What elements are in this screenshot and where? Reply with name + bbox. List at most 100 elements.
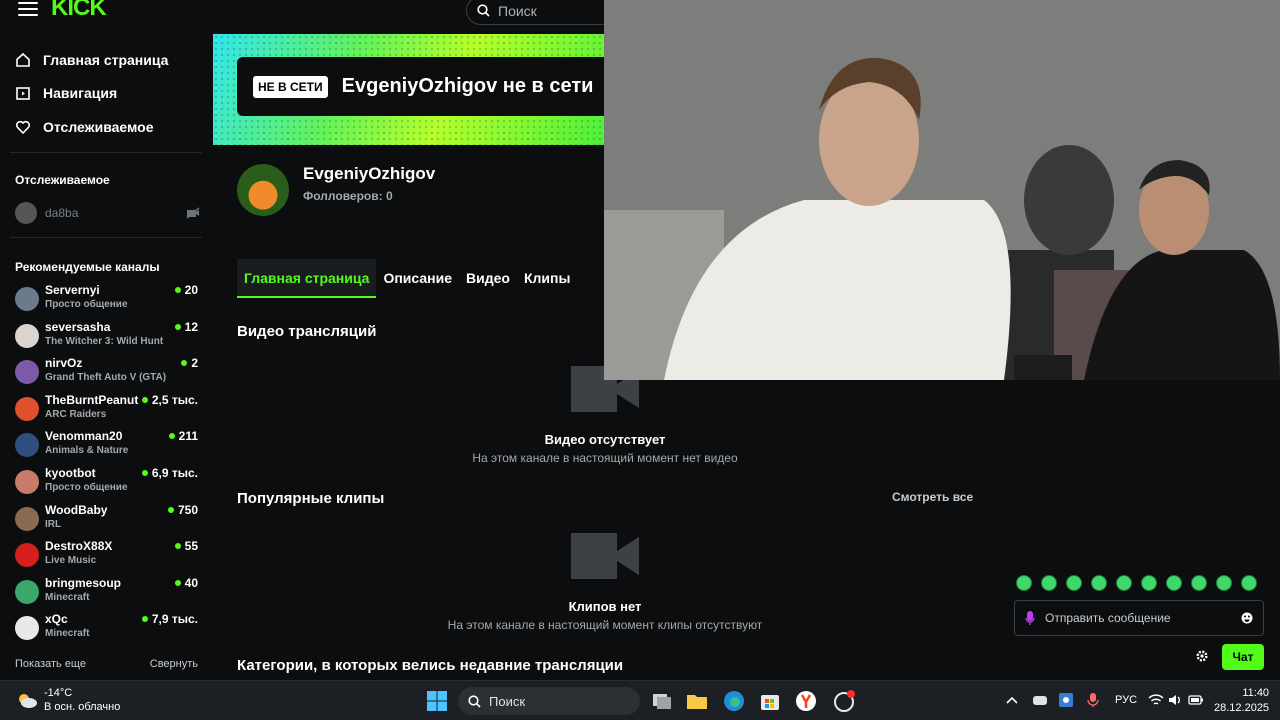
search-icon	[477, 4, 490, 17]
nav-browse-label: Навигация	[43, 85, 118, 101]
language-indicator[interactable]: РУС	[1115, 694, 1137, 706]
emote-icon[interactable]	[1066, 575, 1082, 591]
emote-icon[interactable]	[1116, 575, 1132, 591]
yandex-browser-icon[interactable]	[794, 689, 818, 713]
channel-category: Animals & Nature	[45, 445, 129, 457]
browse-icon	[16, 87, 30, 100]
system-clock[interactable]: 11:40 28.12.2025	[1214, 686, 1269, 716]
emote-icon[interactable]	[1141, 575, 1157, 591]
search-input[interactable]	[498, 2, 598, 19]
channel-name: seversasha	[45, 319, 111, 334]
videos-empty-subtitle: На этом канале в настоящий момент нет ви…	[472, 451, 738, 465]
sidebar-channel-item[interactable]: TheBurntPeanut ARC Raiders 2,5 тыс.	[15, 393, 200, 425]
sidebar-channel-item[interactable]: bringmesoup Minecraft 40	[15, 576, 200, 608]
heart-icon	[15, 120, 31, 135]
wifi-icon[interactable]	[1148, 693, 1164, 707]
avatar	[15, 433, 39, 458]
tab-home[interactable]: Главная страница	[237, 259, 377, 298]
kick-logo[interactable]: KICK	[51, 0, 107, 22]
tab-about[interactable]: Описание	[376, 259, 459, 298]
channel-category: IRL	[45, 518, 62, 530]
emote-icon[interactable]	[1016, 575, 1032, 591]
chevron-up-icon[interactable]	[1005, 693, 1019, 707]
viewer-count: 7,9 тыс.	[142, 612, 198, 626]
emote-icon[interactable]	[1091, 575, 1107, 591]
avatar	[15, 616, 39, 641]
channel-name: Venomman20	[45, 429, 123, 444]
followed-channel[interactable]: da8ba	[15, 202, 200, 224]
channel-category: ARC Raiders	[45, 408, 107, 420]
tab-clips[interactable]: Клипы	[517, 259, 577, 298]
microphone-icon[interactable]	[1025, 611, 1035, 625]
sidebar-channel-item[interactable]: DestroX88X Live Music 55	[15, 539, 200, 571]
microphone-icon[interactable]	[1087, 692, 1099, 708]
offline-text: EvgeniyOzhigov не в сети	[341, 75, 594, 97]
video-camera-icon	[571, 533, 639, 579]
channel-name: kyootbot	[45, 466, 96, 480]
viewer-count: 2,5 тыс.	[142, 393, 198, 407]
channel-avatar[interactable]	[237, 164, 289, 216]
avatar	[15, 396, 39, 421]
menu-icon[interactable]	[18, 2, 38, 16]
avatar	[15, 287, 39, 311]
sidebar-divider	[10, 152, 202, 153]
volume-icon[interactable]	[1168, 693, 1182, 707]
sidebar-channel-item[interactable]: seversasha The Witcher 3: Wild Hunt 12	[15, 320, 200, 352]
tab-videos[interactable]: Видео	[459, 259, 517, 298]
file-explorer-icon[interactable]	[685, 689, 709, 713]
clips-empty-subtitle: На этом канале в настоящий момент клипы …	[447, 618, 763, 632]
emote-icon[interactable]	[1241, 575, 1257, 591]
channel-tabs: Главная страница Описание Видео Клипы	[237, 259, 577, 298]
avatar	[15, 360, 39, 385]
emote-icon[interactable]	[1166, 575, 1182, 591]
sidebar-channel-item[interactable]: Venomman20 Animals & Nature 211	[15, 429, 200, 461]
tray-app-icon[interactable]	[1058, 692, 1074, 708]
avatar	[15, 202, 37, 224]
sidebar-channel-item[interactable]: WoodBaby IRL 750	[15, 503, 200, 535]
avatar	[15, 543, 39, 568]
sidebar-channel-item[interactable]: xQc Minecraft 7,9 тыс.	[15, 612, 200, 644]
channel-category: Просто общение	[45, 482, 128, 493]
channel-category: The Witcher 3: Wild Hunt	[45, 335, 164, 347]
battery-icon[interactable]	[1188, 693, 1204, 707]
microsoft-store-icon[interactable]	[758, 689, 782, 713]
channel-name: xQc	[45, 612, 68, 627]
emote-bar	[1016, 575, 1257, 591]
weather-text: В осн. облачно	[44, 701, 121, 713]
sidebar-channel-item[interactable]: nirvOz Grand Theft Auto V (GTA) 2	[15, 356, 200, 388]
emote-icon[interactable]	[1216, 575, 1232, 591]
taskbar-search[interactable]: Поиск	[458, 687, 640, 715]
channel-name: EvgeniyOzhigov	[303, 164, 436, 183]
search-bar[interactable]	[466, 0, 616, 25]
chat-send-button[interactable]: Чат	[1222, 644, 1264, 670]
nav-following[interactable]: Отслеживаемое	[15, 119, 154, 135]
task-view-icon[interactable]	[650, 689, 674, 713]
sidebar-channel-item[interactable]: kyootbot Просто общение 6,9 тыс.	[15, 466, 200, 498]
nav-home[interactable]: Главная страница	[15, 52, 168, 68]
show-more-link[interactable]: Показать еще	[15, 658, 86, 670]
emoji-icon[interactable]	[1241, 612, 1253, 624]
sidebar-channel-item[interactable]: Servernyi Просто общение 20	[15, 283, 200, 315]
channel-name: WoodBaby	[45, 502, 108, 517]
sidebar: Главная страница Навигация Отслеживаемое…	[0, 40, 212, 680]
sidebar-divider	[10, 237, 202, 238]
nav-browse[interactable]: Навигация	[15, 85, 117, 101]
emote-icon[interactable]	[1191, 575, 1207, 591]
avatar	[15, 506, 39, 531]
avatar	[15, 579, 39, 604]
chat-message-input[interactable]	[1045, 611, 1231, 625]
viewer-count: 750	[168, 503, 198, 517]
edge-browser-icon[interactable]	[722, 689, 746, 713]
emote-icon[interactable]	[1041, 575, 1057, 591]
chat-input-box[interactable]	[1014, 600, 1264, 636]
see-all-link[interactable]: Смотреть все	[892, 490, 973, 504]
tray-app-icon[interactable]	[1032, 693, 1048, 707]
app-icon[interactable]	[832, 689, 856, 713]
recommended-section-title: Рекомендуемые каналы	[15, 260, 160, 274]
collapse-link[interactable]: Свернуть	[150, 658, 198, 670]
weather-widget[interactable]: -14°C В осн. облачно	[16, 686, 120, 714]
windows-start-icon[interactable]	[425, 689, 449, 713]
offline-badge: НЕ В СЕТИ	[253, 75, 328, 98]
nav-following-label: Отслеживаемое	[43, 119, 154, 135]
gear-icon[interactable]	[1196, 650, 1208, 662]
